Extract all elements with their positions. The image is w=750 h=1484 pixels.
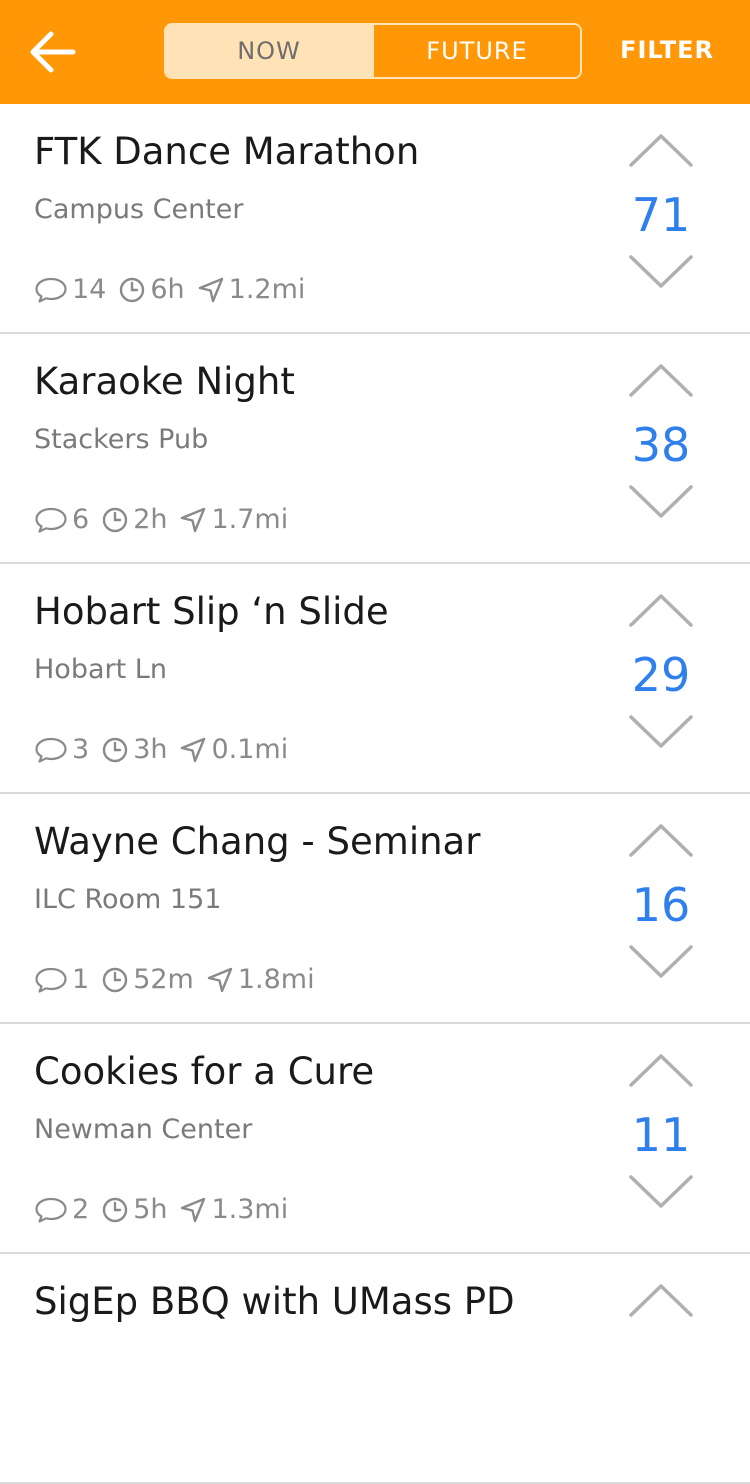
event-meta: 14 6h 1.2mi: [34, 274, 317, 305]
chevron-up-icon: [629, 1054, 693, 1087]
comment-count: 3: [72, 734, 90, 765]
chevron-up-icon: [629, 1284, 693, 1317]
event-meta: 6 2h 1.7mi: [34, 504, 300, 535]
event-distance: 1.3mi: [211, 1194, 289, 1225]
event-location: Hobart Ln: [34, 654, 167, 685]
chevron-up-icon: [629, 594, 693, 627]
filter-button[interactable]: FILTER: [620, 36, 714, 64]
event-distance: 1.7mi: [211, 504, 289, 535]
comment-count: 6: [72, 504, 90, 535]
event-time: 2h: [133, 504, 168, 535]
vote-count: 16: [631, 878, 691, 932]
speech-bubble-icon: [35, 1197, 67, 1223]
event-meta: 2 5h 1.3mi: [34, 1194, 300, 1225]
chevron-down-icon: [629, 1175, 693, 1208]
upvote-button[interactable]: [628, 822, 694, 862]
chevron-up-icon: [629, 134, 693, 167]
segment-future[interactable]: FUTURE: [372, 25, 580, 77]
event-title: FTK Dance Marathon: [34, 130, 420, 173]
upvote-button[interactable]: [628, 1052, 694, 1092]
top-bar: NOW FUTURE FILTER: [0, 0, 750, 104]
event-title: Karaoke Night: [34, 360, 295, 403]
segment-now[interactable]: NOW: [166, 25, 372, 77]
event-title: Cookies for a Cure: [34, 1050, 375, 1093]
event-time: 6h: [150, 274, 185, 305]
event-location: Stackers Pub: [34, 424, 209, 455]
chevron-down-icon: [629, 715, 693, 748]
event-title: SigEp BBQ with UMass PD: [34, 1280, 515, 1323]
back-button[interactable]: [22, 24, 82, 80]
arrow-left-icon: [30, 31, 76, 73]
downvote-button[interactable]: [628, 1174, 694, 1214]
comment-count: 1: [72, 964, 90, 995]
vote-count: 71: [631, 188, 691, 242]
location-arrow-icon: [181, 1197, 206, 1222]
event-distance: 1.8mi: [237, 964, 315, 995]
event-title: Wayne Chang - Seminar: [34, 820, 481, 863]
downvote-button[interactable]: [628, 254, 694, 294]
speech-bubble-icon: [35, 277, 67, 303]
event-list: FTK Dance Marathon Campus Center 14 6h 1.2mi…: [0, 104, 750, 1484]
clock-icon: [102, 507, 128, 532]
chevron-down-icon: [629, 255, 693, 288]
downvote-button[interactable]: [628, 944, 694, 984]
downvote-button[interactable]: [628, 484, 694, 524]
vote-count: 29: [631, 648, 691, 702]
location-arrow-icon: [207, 967, 233, 992]
event-row[interactable]: Hobart Slip ‘n Slide Hobart Ln 3 3h 0.1mi 29: [0, 564, 750, 794]
event-location: Newman Center: [34, 1114, 253, 1145]
event-time: 5h: [133, 1194, 168, 1225]
speech-bubble-icon: [35, 737, 67, 763]
vote-control: 16: [622, 816, 700, 996]
location-arrow-icon: [181, 507, 206, 532]
chevron-up-icon: [629, 824, 693, 857]
time-segmented-control: NOW FUTURE: [164, 23, 582, 79]
event-meta: 1 52m 1.8mi: [34, 964, 327, 995]
vote-control: 71: [622, 126, 700, 306]
event-row[interactable]: FTK Dance Marathon Campus Center 14 6h 1.2mi…: [0, 104, 750, 334]
event-meta: 3 3h 0.1mi: [34, 734, 300, 765]
location-arrow-icon: [181, 737, 206, 762]
speech-bubble-icon: [35, 967, 67, 993]
location-arrow-icon: [198, 277, 223, 302]
vote-count: 38: [631, 418, 691, 472]
event-location: Campus Center: [34, 194, 244, 225]
clock-icon: [102, 737, 128, 762]
upvote-button[interactable]: [628, 592, 694, 632]
event-title: Hobart Slip ‘n Slide: [34, 590, 389, 633]
clock-icon: [120, 277, 145, 302]
event-location: ILC Room 151: [34, 884, 222, 915]
upvote-button[interactable]: [628, 362, 694, 402]
event-row[interactable]: Cookies for a Cure Newman Center 2 5h 1.3mi 1…: [0, 1024, 750, 1254]
comment-count: 14: [72, 274, 107, 305]
upvote-button[interactable]: [628, 1282, 694, 1322]
vote-control: 29: [622, 586, 700, 766]
clock-icon: [102, 1197, 128, 1222]
vote-count: 11: [631, 1108, 691, 1162]
comment-count: 2: [72, 1194, 90, 1225]
downvote-button[interactable]: [628, 714, 694, 754]
event-row[interactable]: Karaoke Night Stackers Pub 6 2h 1.7mi 38: [0, 334, 750, 564]
vote-control: 38: [622, 356, 700, 536]
clock-icon: [102, 967, 128, 992]
chevron-down-icon: [629, 945, 693, 978]
event-time: 52m: [133, 964, 194, 995]
vote-control: 11: [622, 1046, 700, 1226]
event-distance: 1.2mi: [228, 274, 306, 305]
speech-bubble-icon: [35, 507, 67, 533]
upvote-button[interactable]: [628, 132, 694, 172]
chevron-down-icon: [629, 485, 693, 518]
event-time: 3h: [133, 734, 168, 765]
chevron-up-icon: [629, 364, 693, 397]
vote-control: [622, 1276, 700, 1456]
event-row[interactable]: Wayne Chang - Seminar ILC Room 151 1 52m 1.8…: [0, 794, 750, 1024]
event-distance: 0.1mi: [211, 734, 289, 765]
event-row[interactable]: SigEp BBQ with UMass PD: [0, 1254, 750, 1484]
